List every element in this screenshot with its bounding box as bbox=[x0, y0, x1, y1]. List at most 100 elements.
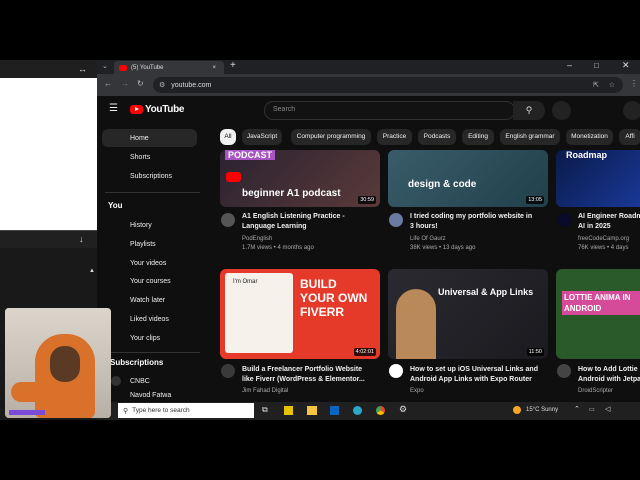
sidebar-heading-you: You bbox=[108, 201, 123, 210]
sidebar-item-label: Playlists bbox=[130, 240, 156, 248]
close-window-icon[interactable]: ✕ bbox=[622, 60, 630, 71]
video-title[interactable]: Build a Freelancer Portfolio Website lik… bbox=[242, 365, 365, 385]
channel-avatar[interactable] bbox=[389, 213, 403, 227]
video-thumbnail[interactable]: LOTTIE ANIMA IN ANDROID bbox=[556, 269, 640, 359]
network-icon[interactable]: ▭ bbox=[589, 406, 595, 413]
video-title[interactable]: I tried coding my portfolio website in 3… bbox=[410, 212, 532, 232]
video-title-line: 3 hours! bbox=[410, 223, 438, 230]
channel-name[interactable]: freeCodeCamp.org bbox=[578, 235, 629, 244]
bookmark-icon[interactable]: ☆ bbox=[609, 81, 615, 89]
channel-avatar[interactable] bbox=[221, 364, 235, 378]
weather-text[interactable]: 15°C Sunny bbox=[526, 407, 558, 413]
sidebar-item-your-videos[interactable]: Your videos bbox=[102, 254, 197, 272]
tab-close-icon[interactable]: × bbox=[212, 65, 216, 71]
tab-youtube[interactable]: (5) YouTube × bbox=[114, 61, 224, 74]
chip-practice[interactable]: Practice bbox=[377, 129, 412, 145]
app-icon[interactable] bbox=[284, 406, 293, 415]
video-title[interactable]: How to set up iOS Universal Links and An… bbox=[410, 365, 538, 385]
tab-title: (5) YouTube bbox=[131, 64, 164, 71]
video-thumbnail[interactable]: Universal & App Links 11:50 bbox=[388, 269, 548, 359]
duration-badge: 13:05 bbox=[526, 196, 544, 204]
sidebar-item-label: Shorts bbox=[130, 153, 151, 161]
menu-icon[interactable]: ⋮ bbox=[630, 79, 638, 88]
chip-podcasts[interactable]: Podcasts bbox=[418, 129, 456, 145]
chip-editing[interactable]: Editing bbox=[462, 129, 494, 145]
channel-avatar[interactable] bbox=[557, 364, 571, 378]
chip-javascript[interactable]: JavaScript bbox=[242, 129, 282, 145]
youtube-logo[interactable]: YouTube bbox=[130, 104, 185, 115]
sidebar-divider bbox=[105, 192, 200, 193]
address-text: youtube.com bbox=[171, 81, 212, 89]
address-bar[interactable]: ⚙ youtube.com ⇱ ☆ bbox=[153, 77, 623, 93]
sidebar-item-playlists[interactable]: Playlists bbox=[102, 235, 197, 253]
tab-search-icon[interactable]: ⌄ bbox=[102, 62, 108, 70]
sidebar-item-subscriptions[interactable]: Subscriptions bbox=[102, 167, 197, 185]
task-view-icon[interactable]: ⧉ bbox=[262, 405, 268, 415]
chip-english-grammar[interactable]: English grammar bbox=[500, 129, 560, 145]
voice-search-button[interactable] bbox=[552, 101, 571, 120]
new-tab-button[interactable]: + bbox=[230, 60, 236, 71]
background-window-titlebar: ↔ bbox=[0, 60, 97, 78]
sidebar-item-history[interactable]: History bbox=[102, 216, 197, 234]
thumb-text: Roadmap bbox=[566, 150, 608, 160]
sidebar-item-cnbc[interactable]: CNBC bbox=[102, 372, 197, 390]
sidebar-item-liked-videos[interactable]: Liked videos bbox=[102, 310, 197, 328]
video-meta: DroidScripter bbox=[578, 387, 613, 396]
volume-icon[interactable]: ◁ bbox=[605, 405, 610, 413]
search-icon: ⚲ bbox=[123, 407, 129, 415]
sidebar-item-your-courses[interactable]: Your courses bbox=[102, 272, 197, 290]
chip-computer-programming[interactable]: Computer programming bbox=[291, 129, 371, 145]
chip-more[interactable]: Affi bbox=[619, 129, 640, 145]
channel-avatar[interactable] bbox=[557, 213, 571, 227]
video-title[interactable]: A1 English Listening Practice - Language… bbox=[242, 212, 345, 232]
chevron-up-icon[interactable]: ⌃ bbox=[574, 405, 580, 413]
forward-icon[interactable]: → bbox=[121, 79, 129, 88]
hamburger-menu-icon[interactable]: ☰ bbox=[109, 103, 118, 114]
file-explorer-icon[interactable] bbox=[307, 406, 317, 415]
channel-name[interactable]: PodEnglish bbox=[242, 235, 314, 244]
webcam-person-arm bbox=[11, 382, 61, 402]
reload-icon[interactable]: ↻ bbox=[137, 79, 144, 88]
channel-avatar[interactable] bbox=[221, 213, 235, 227]
video-meta: freeCodeCamp.org 76K views • 4 days bbox=[578, 235, 629, 253]
duration-badge: 30:59 bbox=[358, 196, 376, 204]
chip-all[interactable]: All bbox=[220, 129, 236, 145]
avatar[interactable] bbox=[623, 101, 640, 120]
site-info-icon[interactable]: ⚙ bbox=[159, 81, 165, 89]
edge-icon[interactable] bbox=[353, 406, 362, 415]
video-title[interactable]: AI Engineer Roadm AI in 2025 bbox=[578, 212, 640, 232]
duration-badge: 4:02:01 bbox=[353, 348, 376, 356]
taskbar-search-input[interactable]: ⚲ Type here to search bbox=[118, 403, 254, 418]
sidebar-item-label: Your videos bbox=[130, 259, 167, 267]
channel-name[interactable]: Jim Fahad Digital bbox=[242, 387, 288, 396]
sidebar-item-home[interactable]: Home bbox=[102, 129, 197, 147]
video-meta: Expo bbox=[410, 387, 424, 396]
video-thumbnail[interactable]: PODCAST beginner A1 podcast 30:59 bbox=[220, 150, 380, 207]
sidebar-item-your-clips[interactable]: Your clips bbox=[102, 329, 197, 347]
sidebar-item-shorts[interactable]: Shorts bbox=[102, 148, 197, 166]
video-stats: 38K views • 13 days ago bbox=[410, 245, 476, 251]
minimize-icon[interactable]: – bbox=[567, 60, 572, 70]
sidebar-item-watch-later[interactable]: Watch later bbox=[102, 291, 197, 309]
install-icon[interactable]: ⇱ bbox=[593, 81, 599, 89]
video-thumbnail[interactable]: I'm Omar BUILD YOUR OWN FIVERR 4:02:01 bbox=[220, 269, 380, 359]
channel-name[interactable]: DroidScripter bbox=[578, 387, 613, 396]
video-thumbnail[interactable]: Roadmap bbox=[556, 150, 640, 207]
chevron-down-icon[interactable]: ↔ bbox=[78, 64, 87, 74]
settings-icon[interactable]: ⚙ bbox=[399, 404, 407, 415]
video-thumbnail[interactable]: design & code 13:05 bbox=[388, 150, 548, 207]
arrow-down-icon[interactable]: ↓ bbox=[79, 234, 84, 244]
search-input[interactable]: Search bbox=[264, 101, 515, 120]
video-title-line: Language Learning bbox=[242, 223, 307, 230]
search-button[interactable]: ⚲ bbox=[513, 101, 545, 120]
outlook-icon[interactable] bbox=[330, 406, 339, 415]
chip-monetization[interactable]: Monetization bbox=[566, 129, 613, 145]
chrome-icon[interactable] bbox=[376, 406, 385, 415]
webcam-person-face bbox=[50, 346, 80, 382]
channel-name[interactable]: Expo bbox=[410, 387, 424, 396]
channel-avatar[interactable] bbox=[389, 364, 403, 378]
back-icon[interactable]: ← bbox=[104, 79, 112, 88]
maximize-icon[interactable]: □ bbox=[594, 61, 599, 70]
channel-name[interactable]: Life Of Gaurz bbox=[410, 235, 475, 244]
video-title[interactable]: How to Add Lottie Android with Jetpa bbox=[578, 365, 640, 385]
